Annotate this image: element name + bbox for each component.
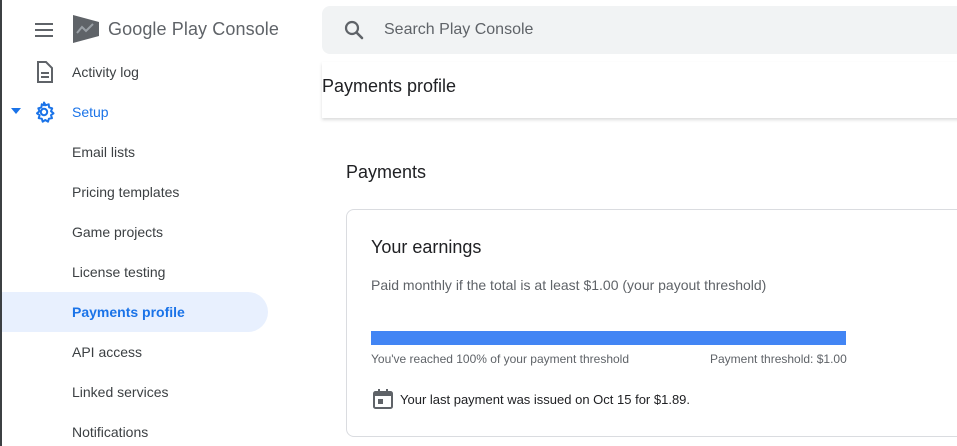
sidebar-item-label: Linked services <box>72 384 169 400</box>
logo-brand: Google Play <box>108 18 208 39</box>
app-logo[interactable]: Google Play Console <box>72 14 279 44</box>
sidebar-item-label: Pricing templates <box>72 184 180 200</box>
search-input[interactable] <box>384 6 944 54</box>
search-icon[interactable] <box>342 18 366 42</box>
section-title: Payments <box>346 162 427 182</box>
payment-threshold-progress-bar <box>371 331 846 345</box>
page-header: Payments profile <box>322 62 957 118</box>
progress-bar-fill <box>371 331 846 345</box>
sidebar-item-linked-services[interactable]: Linked services <box>2 372 268 412</box>
sidebar-item-payments-profile[interactable]: Payments profile <box>2 292 268 332</box>
sidebar-item-label: Game projects <box>72 224 164 240</box>
gear-icon <box>36 101 55 123</box>
sidebar-item-email-lists[interactable]: Email lists <box>2 132 268 172</box>
sidebar-item-label: Notifications <box>72 424 149 440</box>
sidebar-item-label: API access <box>72 344 143 360</box>
calendar-icon <box>373 389 393 409</box>
sidebar-item-pricing-templates[interactable]: Pricing templates <box>2 172 268 212</box>
progress-text: You've reached 100% of your payment thre… <box>371 352 630 366</box>
sidebar-item-label: Setup <box>72 104 109 120</box>
sidebar-item-label: Payments profile <box>72 304 185 320</box>
hamburger-menu-icon <box>35 23 53 37</box>
sidebar-item-label: License testing <box>72 264 166 280</box>
sidebar: Google Play Console Activity log Setup E… <box>0 0 282 446</box>
earnings-description: Paid monthly if the total is at least $1… <box>371 277 767 293</box>
sidebar-item-setup[interactable]: Setup <box>2 92 268 132</box>
sidebar-item-label: Activity log <box>72 64 139 80</box>
sidebar-item-activity-log[interactable]: Activity log <box>2 52 268 92</box>
last-payment-notice: Your last payment was issued on Oct 15 f… <box>371 387 690 411</box>
earnings-title: Your earnings <box>371 237 482 257</box>
caret-down-icon <box>11 108 21 114</box>
sidebar-item-notifications[interactable]: Notifications <box>2 412 268 446</box>
sidebar-item-label: Email lists <box>72 144 136 160</box>
threshold-text: Payment threshold: $1.00 <box>710 352 847 366</box>
document-icon <box>37 61 53 83</box>
play-console-logo-icon <box>73 15 99 43</box>
app-logo-text: Google Play Console <box>108 19 279 40</box>
sidebar-item-api-access[interactable]: API access <box>2 332 268 372</box>
page-title: Payments profile <box>322 76 457 96</box>
logo-product: Console <box>212 18 280 39</box>
sidebar-item-license-testing[interactable]: License testing <box>2 252 268 292</box>
last-payment-text: Your last payment was issued on Oct 15 f… <box>400 391 691 407</box>
menu-button[interactable] <box>30 16 58 44</box>
sidebar-item-game-projects[interactable]: Game projects <box>2 212 268 252</box>
earnings-card: Your earnings Paid monthly if the total … <box>346 209 957 437</box>
search-bar[interactable] <box>322 6 957 54</box>
